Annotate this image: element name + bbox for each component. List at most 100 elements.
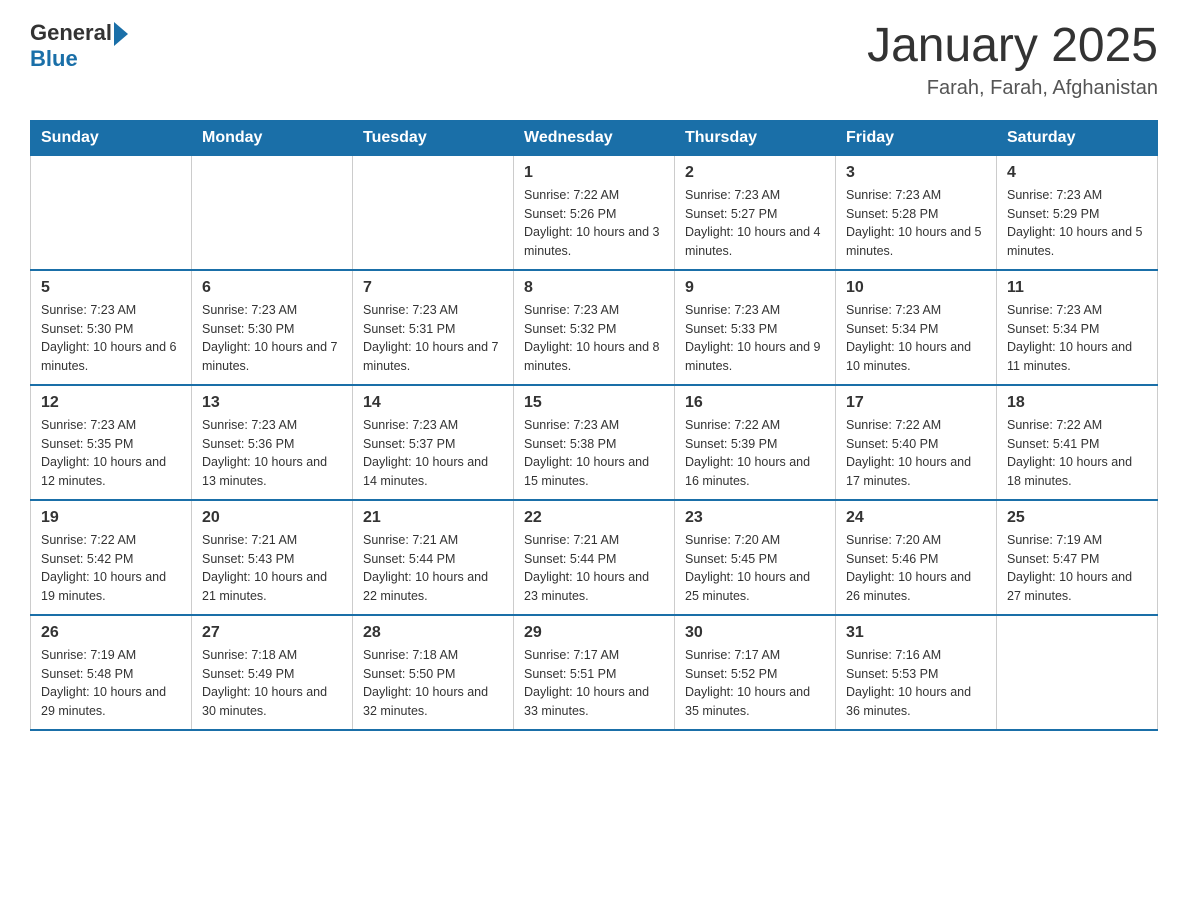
day-cell: 17 Sunrise: 7:22 AMSunset: 5:40 PMDayligh… [836,385,997,500]
day-cell [192,155,353,270]
day-info: Sunrise: 7:21 AMSunset: 5:44 PMDaylight:… [524,531,664,606]
title-block: January 2025 Farah, Farah, Afghanistan [867,20,1158,100]
day-cell: 24 Sunrise: 7:20 AMSunset: 5:46 PMDayligh… [836,500,997,615]
day-cell: 25 Sunrise: 7:19 AMSunset: 5:47 PMDayligh… [997,500,1158,615]
day-info: Sunrise: 7:22 AMSunset: 5:26 PMDaylight:… [524,186,664,261]
day-info: Sunrise: 7:23 AMSunset: 5:35 PMDaylight:… [41,416,181,491]
calendar-table: SundayMondayTuesdayWednesdayThursdayFrid… [30,120,1158,731]
day-cell: 30Sunrise: 7:17 AMSunset: 5:52 PMDayligh… [675,615,836,730]
day-cell: 11 Sunrise: 7:23 AMSunset: 5:34 PMDayligh… [997,270,1158,385]
header-thursday: Thursday [675,120,836,155]
day-number: 18 [1007,394,1147,412]
header-friday: Friday [836,120,997,155]
logo-general-text: General [30,20,112,46]
day-number: 31 [846,624,986,642]
day-number: 25 [1007,509,1147,527]
day-number: 30 [685,624,825,642]
day-info: Sunrise: 7:23 AMSunset: 5:30 PMDaylight:… [41,301,181,376]
day-info: Sunrise: 7:21 AMSunset: 5:44 PMDaylight:… [363,531,503,606]
day-info: Sunrise: 7:23 AMSunset: 5:33 PMDaylight:… [685,301,825,376]
day-info: Sunrise: 7:23 AMSunset: 5:31 PMDaylight:… [363,301,503,376]
day-number: 3 [846,164,986,182]
day-number: 2 [685,164,825,182]
day-number: 19 [41,509,181,527]
calendar-subtitle: Farah, Farah, Afghanistan [867,77,1158,100]
day-info: Sunrise: 7:19 AMSunset: 5:47 PMDaylight:… [1007,531,1147,606]
header-monday: Monday [192,120,353,155]
week-row-3: 12 Sunrise: 7:23 AMSunset: 5:35 PMDayligh… [31,385,1158,500]
day-number: 23 [685,509,825,527]
logo-arrow-icon [114,22,128,46]
day-cell: 20Sunrise: 7:21 AMSunset: 5:43 PMDayligh… [192,500,353,615]
day-cell [997,615,1158,730]
day-number: 27 [202,624,342,642]
day-info: Sunrise: 7:19 AMSunset: 5:48 PMDaylight:… [41,646,181,721]
day-info: Sunrise: 7:23 AMSunset: 5:37 PMDaylight:… [363,416,503,491]
day-number: 16 [685,394,825,412]
week-row-5: 26Sunrise: 7:19 AMSunset: 5:48 PMDayligh… [31,615,1158,730]
logo: General Blue [30,20,128,72]
page-header: General Blue January 2025 Farah, Farah, … [30,20,1158,100]
day-info: Sunrise: 7:23 AMSunset: 5:30 PMDaylight:… [202,301,342,376]
day-cell: 5 Sunrise: 7:23 AMSunset: 5:30 PMDaylight… [31,270,192,385]
day-cell: 13Sunrise: 7:23 AMSunset: 5:36 PMDayligh… [192,385,353,500]
day-cell: 7 Sunrise: 7:23 AMSunset: 5:31 PMDaylight… [353,270,514,385]
day-number: 5 [41,279,181,297]
day-cell: 28Sunrise: 7:18 AMSunset: 5:50 PMDayligh… [353,615,514,730]
week-row-1: 1 Sunrise: 7:22 AMSunset: 5:26 PMDaylight… [31,155,1158,270]
week-row-4: 19 Sunrise: 7:22 AMSunset: 5:42 PMDayligh… [31,500,1158,615]
day-cell: 3 Sunrise: 7:23 AMSunset: 5:28 PMDaylight… [836,155,997,270]
day-cell [31,155,192,270]
day-cell: 26Sunrise: 7:19 AMSunset: 5:48 PMDayligh… [31,615,192,730]
day-cell: 23 Sunrise: 7:20 AMSunset: 5:45 PMDayligh… [675,500,836,615]
day-info: Sunrise: 7:22 AMSunset: 5:40 PMDaylight:… [846,416,986,491]
day-cell: 12 Sunrise: 7:23 AMSunset: 5:35 PMDayligh… [31,385,192,500]
day-info: Sunrise: 7:23 AMSunset: 5:34 PMDaylight:… [1007,301,1147,376]
day-info: Sunrise: 7:23 AMSunset: 5:34 PMDaylight:… [846,301,986,376]
day-number: 11 [1007,279,1147,297]
day-number: 17 [846,394,986,412]
day-cell [353,155,514,270]
day-info: Sunrise: 7:23 AMSunset: 5:32 PMDaylight:… [524,301,664,376]
day-info: Sunrise: 7:18 AMSunset: 5:49 PMDaylight:… [202,646,342,721]
day-number: 9 [685,279,825,297]
header-tuesday: Tuesday [353,120,514,155]
day-cell: 18Sunrise: 7:22 AMSunset: 5:41 PMDayligh… [997,385,1158,500]
day-cell: 22 Sunrise: 7:21 AMSunset: 5:44 PMDayligh… [514,500,675,615]
day-number: 8 [524,279,664,297]
day-info: Sunrise: 7:23 AMSunset: 5:27 PMDaylight:… [685,186,825,261]
day-cell: 2 Sunrise: 7:23 AMSunset: 5:27 PMDaylight… [675,155,836,270]
day-cell: 21Sunrise: 7:21 AMSunset: 5:44 PMDayligh… [353,500,514,615]
day-cell: 10Sunrise: 7:23 AMSunset: 5:34 PMDayligh… [836,270,997,385]
day-info: Sunrise: 7:23 AMSunset: 5:29 PMDaylight:… [1007,186,1147,261]
day-number: 1 [524,164,664,182]
header-wednesday: Wednesday [514,120,675,155]
day-info: Sunrise: 7:18 AMSunset: 5:50 PMDaylight:… [363,646,503,721]
day-cell: 29 Sunrise: 7:17 AMSunset: 5:51 PMDayligh… [514,615,675,730]
calendar-title: January 2025 [867,20,1158,73]
day-info: Sunrise: 7:17 AMSunset: 5:51 PMDaylight:… [524,646,664,721]
day-number: 15 [524,394,664,412]
day-number: 12 [41,394,181,412]
day-info: Sunrise: 7:20 AMSunset: 5:45 PMDaylight:… [685,531,825,606]
day-cell: 15Sunrise: 7:23 AMSunset: 5:38 PMDayligh… [514,385,675,500]
day-info: Sunrise: 7:21 AMSunset: 5:43 PMDaylight:… [202,531,342,606]
header-saturday: Saturday [997,120,1158,155]
day-number: 7 [363,279,503,297]
day-cell: 1 Sunrise: 7:22 AMSunset: 5:26 PMDaylight… [514,155,675,270]
header-row: SundayMondayTuesdayWednesdayThursdayFrid… [31,120,1158,155]
day-info: Sunrise: 7:22 AMSunset: 5:42 PMDaylight:… [41,531,181,606]
day-cell: 9 Sunrise: 7:23 AMSunset: 5:33 PMDaylight… [675,270,836,385]
day-cell: 4Sunrise: 7:23 AMSunset: 5:29 PMDaylight… [997,155,1158,270]
day-number: 13 [202,394,342,412]
day-number: 6 [202,279,342,297]
day-info: Sunrise: 7:23 AMSunset: 5:28 PMDaylight:… [846,186,986,261]
day-cell: 19 Sunrise: 7:22 AMSunset: 5:42 PMDayligh… [31,500,192,615]
week-row-2: 5 Sunrise: 7:23 AMSunset: 5:30 PMDaylight… [31,270,1158,385]
day-number: 29 [524,624,664,642]
day-number: 14 [363,394,503,412]
day-number: 22 [524,509,664,527]
day-cell: 14 Sunrise: 7:23 AMSunset: 5:37 PMDayligh… [353,385,514,500]
day-info: Sunrise: 7:20 AMSunset: 5:46 PMDaylight:… [846,531,986,606]
day-number: 24 [846,509,986,527]
